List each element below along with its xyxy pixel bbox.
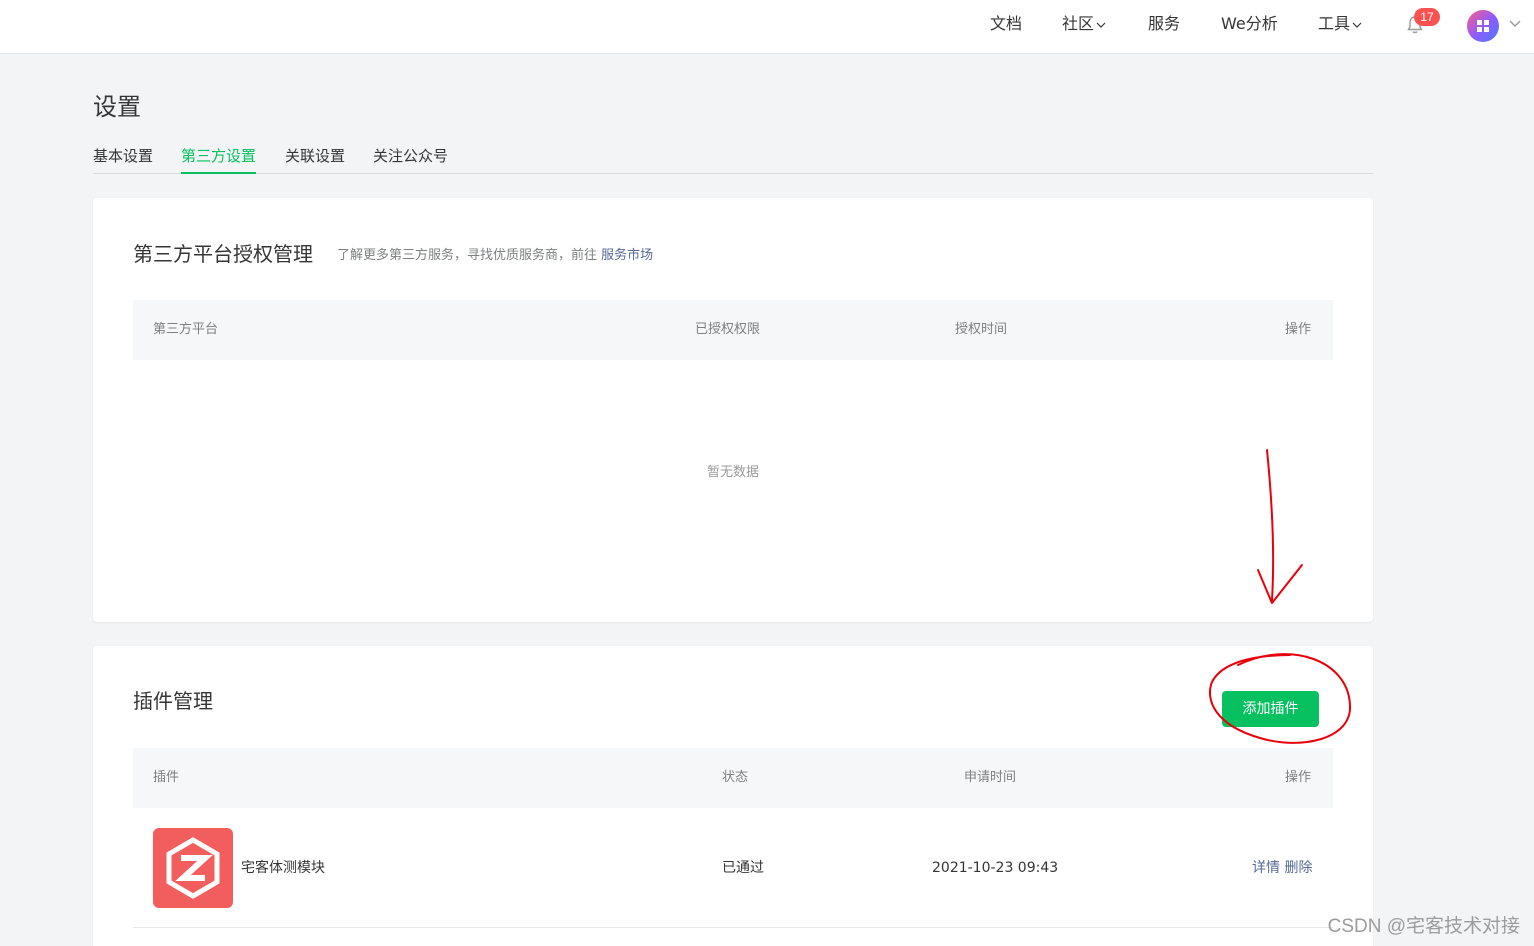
column-header-actions: 操作 [1285,322,1312,337]
third-party-title: 第三方平台授权管理 [133,242,313,266]
grid-icon [1477,20,1489,32]
plugin-details-link[interactable]: 详情 [1252,860,1280,876]
chevron-down-icon [1096,22,1106,28]
avatar[interactable] [1467,10,1499,42]
plugin-applied-time: 2021-10-23 09:43 [932,860,1059,876]
table-row: 宅客体测模块 已通过 2021-10-23 09:43 详情 删除 [133,808,1333,928]
plugin-title: 插件管理 [133,689,213,713]
third-party-tip: 了解更多第三方服务，寻找优质服务商，前往 服务市场 [337,246,653,266]
column-header-platform: 第三方平台 [153,322,219,337]
tab-follow-official-account[interactable]: 关注公众号 [373,145,448,174]
tab-basic-settings[interactable]: 基本设置 [93,145,153,174]
plugin-logo [153,828,233,908]
plugin-logo-icon [166,837,220,899]
plugin-card: 插件管理 添加插件 插件 状态 申请时间 操作 宅客体测模块 已通过 2021-… [93,646,1373,946]
tab-linked-settings[interactable]: 关联设置 [285,145,345,174]
nav-link-community-label: 社区 [1062,14,1095,33]
add-plugin-button[interactable]: 添加插件 [1222,691,1319,727]
plugin-status: 已通过 [722,860,764,876]
chevron-down-icon[interactable] [1508,16,1522,30]
nav-link-analytics[interactable]: We分析 [1221,13,1278,35]
plugin-name: 宅客体测模块 [241,860,325,876]
top-nav: 文档 社区 服务 We分析 工具 17 [0,0,1534,54]
column-header-auth-time: 授权时间 [955,322,1008,337]
column-header-permissions: 已授权权限 [695,322,761,337]
third-party-tip-text: 了解更多第三方服务，寻找优质服务商，前往 [337,248,598,263]
service-market-link[interactable]: 服务市场 [601,248,653,263]
watermark: CSDN @宅客技术对接 [1327,916,1520,937]
nav-link-services[interactable]: 服务 [1148,13,1180,35]
page-title: 设置 [93,93,141,121]
plugin-delete-link[interactable]: 删除 [1284,860,1312,876]
plugin-table-header: 插件 状态 申请时间 操作 [133,748,1333,808]
chevron-down-icon [1352,22,1362,28]
third-party-card: 第三方平台授权管理 了解更多第三方服务，寻找优质服务商，前往 服务市场 第三方平… [93,198,1373,622]
empty-state-text: 暂无数据 [706,465,759,480]
plugin-actions: 详情 删除 [1252,858,1312,878]
notification-badge: 17 [1414,8,1440,26]
column-header-actions: 操作 [1285,770,1312,785]
nav-link-community[interactable]: 社区 [1062,13,1106,35]
column-header-status: 状态 [722,770,749,785]
nav-link-docs[interactable]: 文档 [990,13,1022,35]
tab-third-party-settings[interactable]: 第三方设置 [181,145,257,174]
column-header-applied-time: 申请时间 [964,770,1017,785]
settings-tabs: 基本设置 第三方设置 关联设置 关注公众号 [93,145,1373,174]
third-party-table-header: 第三方平台 已授权权限 授权时间 操作 [133,300,1333,360]
column-header-plugin: 插件 [153,770,180,785]
nav-link-tools[interactable]: 工具 [1318,13,1362,35]
nav-link-tools-label: 工具 [1318,14,1351,33]
